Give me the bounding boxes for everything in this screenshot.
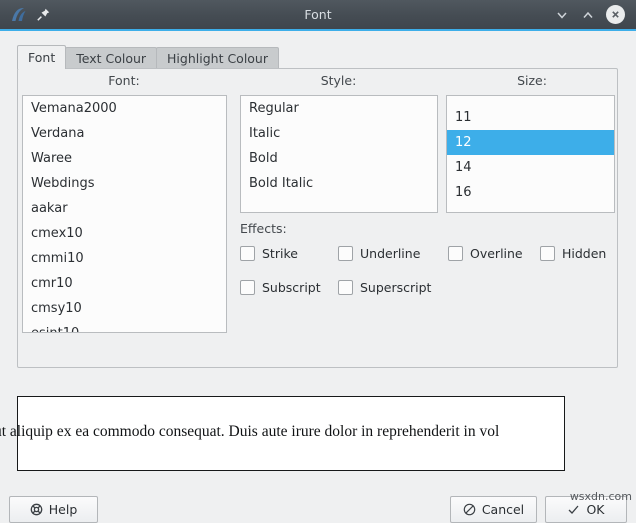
effects-group: Strike Underline Overline Hidden (240, 241, 612, 309)
checkbox-box[interactable] (240, 280, 255, 295)
list-item[interactable]: cmmi10 (23, 246, 226, 271)
font-column-label: Font: (20, 73, 228, 88)
cancel-button[interactable]: Cancel (450, 496, 537, 523)
checkbox-label: Hidden (562, 246, 606, 261)
chevron-down-icon[interactable] (554, 7, 569, 22)
close-icon[interactable] (606, 5, 625, 24)
tab-highlight-colour[interactable]: Highlight Colour (156, 47, 279, 69)
checkbox-subscript[interactable]: Subscript (240, 280, 338, 295)
pin-icon[interactable] (36, 7, 51, 22)
tab-bar: Font Text Colour Highlight Colour (17, 45, 278, 69)
list-item[interactable]: cmr10 (23, 271, 226, 296)
checkbox-label: Strike (262, 246, 298, 261)
checkbox-box[interactable] (338, 246, 353, 261)
list-item[interactable]: aakar (23, 196, 226, 221)
app-logo-icon (9, 5, 29, 25)
list-item[interactable]: Vemana2000 (23, 96, 226, 121)
chevron-up-icon[interactable] (580, 7, 595, 22)
checkbox-label: Underline (360, 246, 420, 261)
help-button-label: Help (49, 502, 78, 517)
list-item[interactable]: Webdings (23, 171, 226, 196)
dialog-body: Font Text Colour Highlight Colour Font: … (0, 31, 636, 504)
effects-label: Effects: (240, 221, 287, 236)
checkbox-box[interactable] (448, 246, 463, 261)
cancel-button-label: Cancel (482, 502, 524, 517)
list-item[interactable]: Regular (241, 96, 437, 121)
font-preview-box: o laboris nisi ut aliquip ex ea commodo … (17, 396, 565, 471)
checkbox-superscript[interactable]: Superscript (338, 280, 448, 295)
checkmark-icon (567, 503, 580, 516)
checkbox-underline[interactable]: Underline (338, 246, 448, 261)
checkbox-hidden[interactable]: Hidden (540, 246, 606, 261)
list-item[interactable]: 10 (447, 95, 614, 105)
titlebar: Font (0, 0, 636, 31)
help-ring-icon (30, 503, 43, 516)
checkbox-label: Superscript (360, 280, 431, 295)
ok-button[interactable]: OK (545, 496, 627, 523)
list-item[interactable]: 16 (447, 180, 614, 205)
checkbox-box[interactable] (338, 280, 353, 295)
list-item[interactable]: 14 (447, 155, 614, 180)
ok-button-label: OK (586, 502, 604, 517)
style-column-label: Style: (236, 73, 441, 88)
effects-row-2: Subscript Superscript (240, 275, 612, 300)
list-item[interactable]: 11 (447, 105, 614, 130)
list-item[interactable]: esint10 (23, 321, 226, 333)
help-button[interactable]: Help (9, 496, 98, 523)
checkbox-label: Overline (470, 246, 523, 261)
tab-font[interactable]: Font (17, 45, 66, 69)
preview-text: o laboris nisi ut aliquip ex ea commodo … (0, 423, 499, 441)
checkbox-box[interactable] (240, 246, 255, 261)
list-item[interactable]: Italic (241, 121, 437, 146)
font-list[interactable]: Vemana2000 Verdana Waree Webdings aakar … (22, 95, 227, 333)
list-item-selected[interactable]: 12 (447, 130, 614, 155)
tab-text-colour[interactable]: Text Colour (65, 47, 157, 69)
checkbox-label: Subscript (262, 280, 321, 295)
window-controls (554, 5, 636, 24)
font-settings-panel: Font: Style: Size: Vemana2000 Verdana Wa… (17, 68, 618, 368)
list-item[interactable]: Bold Italic (241, 171, 437, 196)
checkbox-overline[interactable]: Overline (448, 246, 540, 261)
list-item[interactable]: Bold (241, 146, 437, 171)
list-item[interactable]: cmex10 (23, 221, 226, 246)
cancel-circle-icon (463, 503, 476, 516)
list-item[interactable]: Waree (23, 146, 226, 171)
window-title: Font (0, 7, 636, 22)
checkbox-strike[interactable]: Strike (240, 246, 338, 261)
size-column-label: Size: (446, 73, 618, 88)
titlebar-left-icons (0, 5, 51, 25)
column-labels: Font: Style: Size: (18, 73, 617, 91)
size-list[interactable]: 10 11 12 14 16 (446, 95, 615, 213)
style-list[interactable]: Regular Italic Bold Bold Italic (240, 95, 438, 213)
list-item[interactable]: cmsy10 (23, 296, 226, 321)
list-item[interactable]: Verdana (23, 121, 226, 146)
checkbox-box[interactable] (540, 246, 555, 261)
effects-row-1: Strike Underline Overline Hidden (240, 241, 612, 266)
